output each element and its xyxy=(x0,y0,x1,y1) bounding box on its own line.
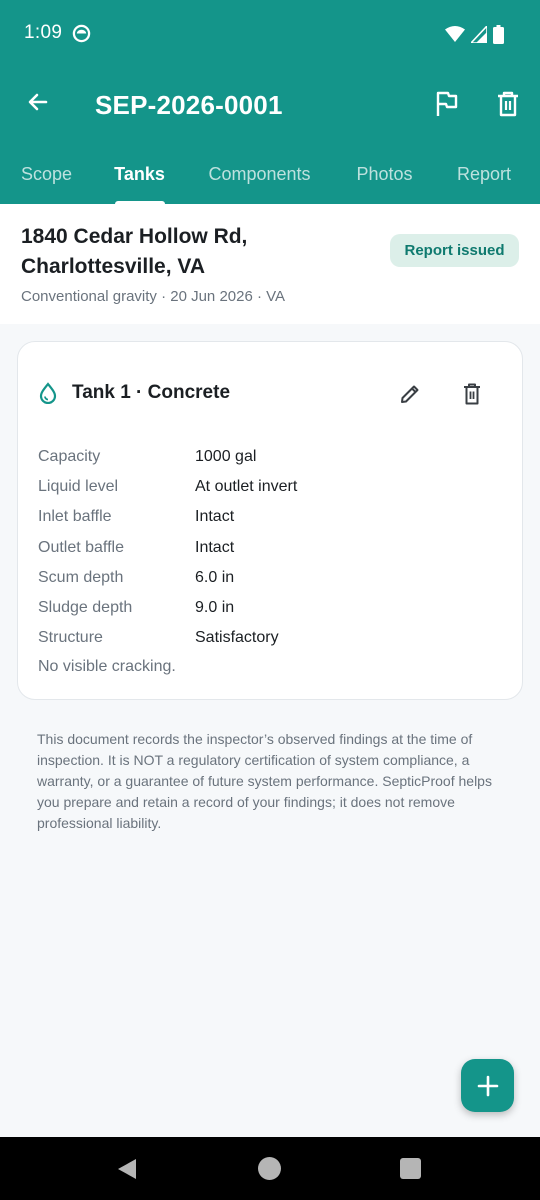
delete-inspection-button[interactable] xyxy=(488,84,528,124)
field-value: Intact xyxy=(195,508,235,526)
tab-tanks[interactable]: Tanks xyxy=(93,144,186,204)
field-row-outlet-baffle: Outlet baffle Intact xyxy=(38,533,297,563)
trash-icon xyxy=(464,383,480,405)
field-label: Scum depth xyxy=(38,568,124,586)
edit-tank-button[interactable] xyxy=(392,376,428,412)
flag-icon xyxy=(436,91,458,116)
nav-recents-button[interactable] xyxy=(400,1158,421,1179)
tank-note: No visible cracking. xyxy=(38,658,176,675)
toolbar: SEP-2026-0001 xyxy=(0,68,540,144)
delete-tank-button[interactable] xyxy=(454,376,490,412)
status-time: 1:09 xyxy=(24,22,63,43)
tab-label: Components xyxy=(208,163,311,184)
app-notification-icon xyxy=(72,24,91,43)
tab-label: Tanks xyxy=(114,163,165,184)
arrow-left-icon xyxy=(28,93,48,111)
field-value: 6.0 in xyxy=(195,568,235,586)
back-button[interactable] xyxy=(18,82,58,122)
tab-components[interactable]: Components xyxy=(186,144,333,204)
field-row-structure: Structure Satisfactory xyxy=(38,623,297,653)
field-row-capacity: Capacity 1000 gal xyxy=(38,442,297,472)
field-row-liquid-level: Liquid level At outlet invert xyxy=(38,472,297,502)
system-nav-bar xyxy=(0,1137,540,1200)
status-bar: 1:09 xyxy=(0,0,540,68)
water-drop-icon xyxy=(38,382,60,404)
tab-label: Photos xyxy=(356,163,413,184)
field-row-scum-depth: Scum depth 6.0 in xyxy=(38,563,297,593)
tank-fields: Capacity 1000 gal Liquid level At outlet i… xyxy=(38,442,297,653)
add-tank-button[interactable] xyxy=(461,1059,514,1112)
field-label: Sludge depth xyxy=(38,599,133,617)
field-label: Liquid level xyxy=(38,478,119,496)
page-title: SEP-2026-0001 xyxy=(95,90,283,120)
property-summary: 1840 Cedar Hollow Rd, Charlottesville, V… xyxy=(0,204,540,324)
nav-home-button[interactable] xyxy=(258,1157,281,1180)
field-label: Capacity xyxy=(38,448,101,466)
field-value: 1000 gal xyxy=(195,448,257,466)
field-value: 9.0 in xyxy=(195,599,235,617)
tank-card[interactable]: Tank 1 · Concrete Capacity 1000 gal Liqui… xyxy=(17,341,523,700)
tab-scope[interactable]: Scope xyxy=(0,144,93,204)
pencil-icon xyxy=(401,385,419,403)
trash-icon xyxy=(498,91,518,117)
address-line-2: Charlottesville, VA xyxy=(21,255,205,278)
tab-label: Report xyxy=(456,163,512,184)
status-badge: Report issued xyxy=(390,234,519,267)
property-address: 1840 Cedar Hollow Rd, Charlottesville, V… xyxy=(21,222,247,282)
tank-title: Tank 1 · Concrete xyxy=(72,382,231,403)
field-value: Satisfactory xyxy=(195,629,279,647)
field-label: Inlet baffle xyxy=(38,508,112,526)
address-line-1: 1840 Cedar Hollow Rd, xyxy=(21,225,248,248)
plus-icon xyxy=(477,1075,498,1096)
disclaimer-text: This document records the inspector’s ob… xyxy=(37,731,492,831)
wifi-icon xyxy=(445,26,465,42)
tab-photos[interactable]: Photos xyxy=(333,144,436,204)
flag-button[interactable] xyxy=(426,84,466,124)
inspection-meta: Conventional gravity · 20 Jun 2026 · VA xyxy=(21,288,286,305)
nav-back-button[interactable] xyxy=(116,1157,138,1181)
app-header: 1:09 SEP-2026-0001 Scope Tanks Component… xyxy=(0,0,540,204)
field-label: Outlet baffle xyxy=(38,538,124,556)
signal-icon xyxy=(471,25,487,43)
tab-label: Scope xyxy=(20,163,73,184)
field-value: At outlet invert xyxy=(195,478,298,496)
field-label: Structure xyxy=(38,629,103,647)
tab-bar: Scope Tanks Components Photos Report xyxy=(0,144,540,204)
status-icons xyxy=(445,24,504,44)
field-row-inlet-baffle: Inlet baffle Intact xyxy=(38,502,297,532)
tank-card-header: Tank 1 · Concrete xyxy=(38,382,230,404)
tab-report[interactable]: Report xyxy=(436,144,532,204)
field-value: Intact xyxy=(195,538,235,556)
battery-icon xyxy=(493,24,504,44)
field-row-sludge-depth: Sludge depth 9.0 in xyxy=(38,593,297,623)
